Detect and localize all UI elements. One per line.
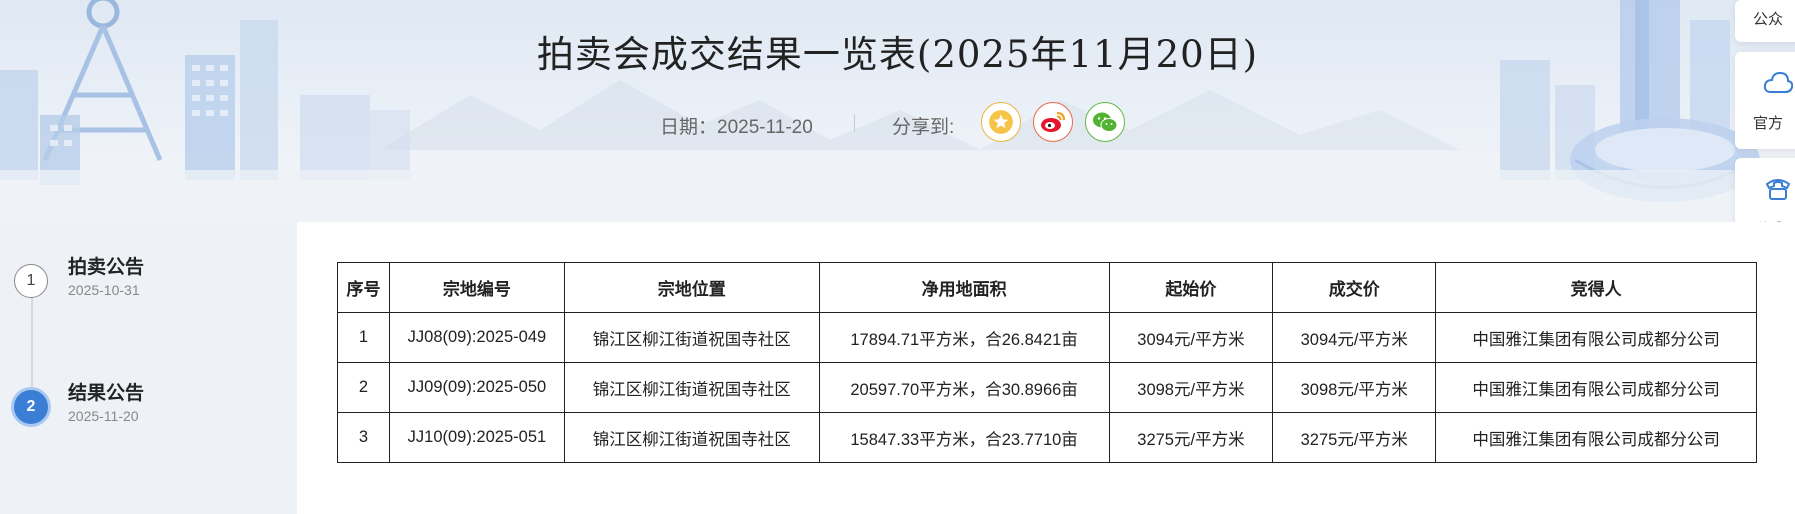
auction-result-table: 序号 宗地编号 宗地位置 净用地面积 起始价 成交价 竞得人 1 JJ08(09… bbox=[337, 262, 1757, 463]
cell-area: 17894.71平方米，合26.8421亩 bbox=[818, 312, 1110, 363]
cell-location: 锦江区柳江街道祝国寺社区 bbox=[563, 312, 820, 363]
publish-date: 日期：2025-11-20 bbox=[660, 117, 813, 138]
meta-row: 日期：2025-11-20 分享到: bbox=[0, 102, 1795, 146]
cell-winner: 中国雅江集团有限公司成都分公司 bbox=[1435, 412, 1757, 463]
float-item-label: 公众 bbox=[1753, 11, 1784, 28]
share-favorite-button[interactable] bbox=[981, 102, 1021, 142]
column-header-parcel-id: 宗地编号 bbox=[388, 262, 565, 313]
cell-location: 锦江区柳江街道祝国寺社区 bbox=[563, 412, 820, 463]
table-header-row: 序号 宗地编号 宗地位置 净用地面积 起始价 成交价 竞得人 bbox=[337, 262, 1757, 313]
cell-start-price: 3275元/平方米 bbox=[1108, 412, 1274, 463]
cell-start-price: 3094元/平方米 bbox=[1108, 312, 1274, 363]
step-title: 拍卖公告 bbox=[68, 257, 145, 278]
cell-index: 1 bbox=[337, 312, 390, 363]
phone-icon bbox=[1765, 179, 1791, 200]
main-content: 序号 宗地编号 宗地位置 净用地面积 起始价 成交价 竞得人 1 JJ08(09… bbox=[297, 222, 1795, 514]
cloud-icon bbox=[1763, 71, 1793, 93]
step-date: 2025-11-20 bbox=[68, 408, 139, 424]
meta-divider bbox=[854, 114, 855, 132]
cell-parcel-id: JJ08(09):2025-049 bbox=[388, 312, 565, 363]
weibo-icon bbox=[1041, 112, 1065, 132]
page-title: 拍卖会成交结果一览表(2025年11月20日) bbox=[536, 33, 1259, 76]
table-row: 3 JJ10(09):2025-051 锦江区柳江街道祝国寺社区 15847.3… bbox=[337, 412, 1757, 463]
star-icon bbox=[989, 110, 1013, 134]
column-header-winner: 竞得人 bbox=[1435, 262, 1757, 313]
column-header-location: 宗地位置 bbox=[563, 262, 820, 313]
column-header-area: 净用地面积 bbox=[818, 262, 1110, 313]
share-label: 分享到: bbox=[892, 117, 955, 138]
cell-area: 20597.70平方米，合30.8966亩 bbox=[818, 362, 1110, 413]
cell-start-price: 3098元/平方米 bbox=[1108, 362, 1274, 413]
cell-index: 3 bbox=[337, 412, 390, 463]
cell-parcel-id: JJ10(09):2025-051 bbox=[388, 412, 565, 463]
column-header-deal-price: 成交价 bbox=[1272, 262, 1437, 313]
share-wechat-button[interactable] bbox=[1085, 102, 1125, 142]
cell-parcel-id: JJ09(09):2025-050 bbox=[388, 362, 565, 413]
cell-deal-price: 3098元/平方米 bbox=[1272, 362, 1437, 413]
step-title: 结果公告 bbox=[68, 383, 145, 404]
share-weibo-button[interactable] bbox=[1033, 102, 1073, 142]
cell-deal-price: 3275元/平方米 bbox=[1272, 412, 1437, 463]
table-row: 2 JJ09(09):2025-050 锦江区柳江街道祝国寺社区 20597.7… bbox=[337, 362, 1757, 413]
float-item-wechat-official[interactable]: 公众 bbox=[1735, 0, 1795, 42]
cell-location: 锦江区柳江街道祝国寺社区 bbox=[563, 362, 820, 413]
step-number: 1 bbox=[14, 264, 48, 298]
page-banner: 拍卖会成交结果一览表(2025年11月20日) 日期：2025-11-20 分享… bbox=[0, 0, 1795, 222]
step-number: 2 bbox=[11, 387, 51, 427]
column-header-index: 序号 bbox=[337, 262, 390, 313]
cell-winner: 中国雅江集团有限公司成都分公司 bbox=[1435, 362, 1757, 413]
timeline-connector bbox=[31, 288, 33, 398]
step-date: 2025-10-31 bbox=[68, 282, 140, 298]
column-header-start-price: 起始价 bbox=[1108, 262, 1274, 313]
cell-area: 15847.33平方米，合23.7710亩 bbox=[818, 412, 1110, 463]
wechat-icon bbox=[1093, 112, 1118, 132]
table-row: 1 JJ08(09):2025-049 锦江区柳江街道祝国寺社区 17894.7… bbox=[337, 312, 1757, 363]
cell-index: 2 bbox=[337, 362, 390, 413]
announcement-timeline: 1 拍卖公告 2025-10-31 2 结果公告 2025-11-20 bbox=[0, 222, 296, 514]
cell-winner: 中国雅江集团有限公司成都分公司 bbox=[1435, 312, 1757, 363]
float-item-label: 官方 bbox=[1753, 115, 1784, 132]
cell-deal-price: 3094元/平方米 bbox=[1272, 312, 1437, 363]
float-item-official[interactable]: 官方 bbox=[1735, 52, 1795, 149]
